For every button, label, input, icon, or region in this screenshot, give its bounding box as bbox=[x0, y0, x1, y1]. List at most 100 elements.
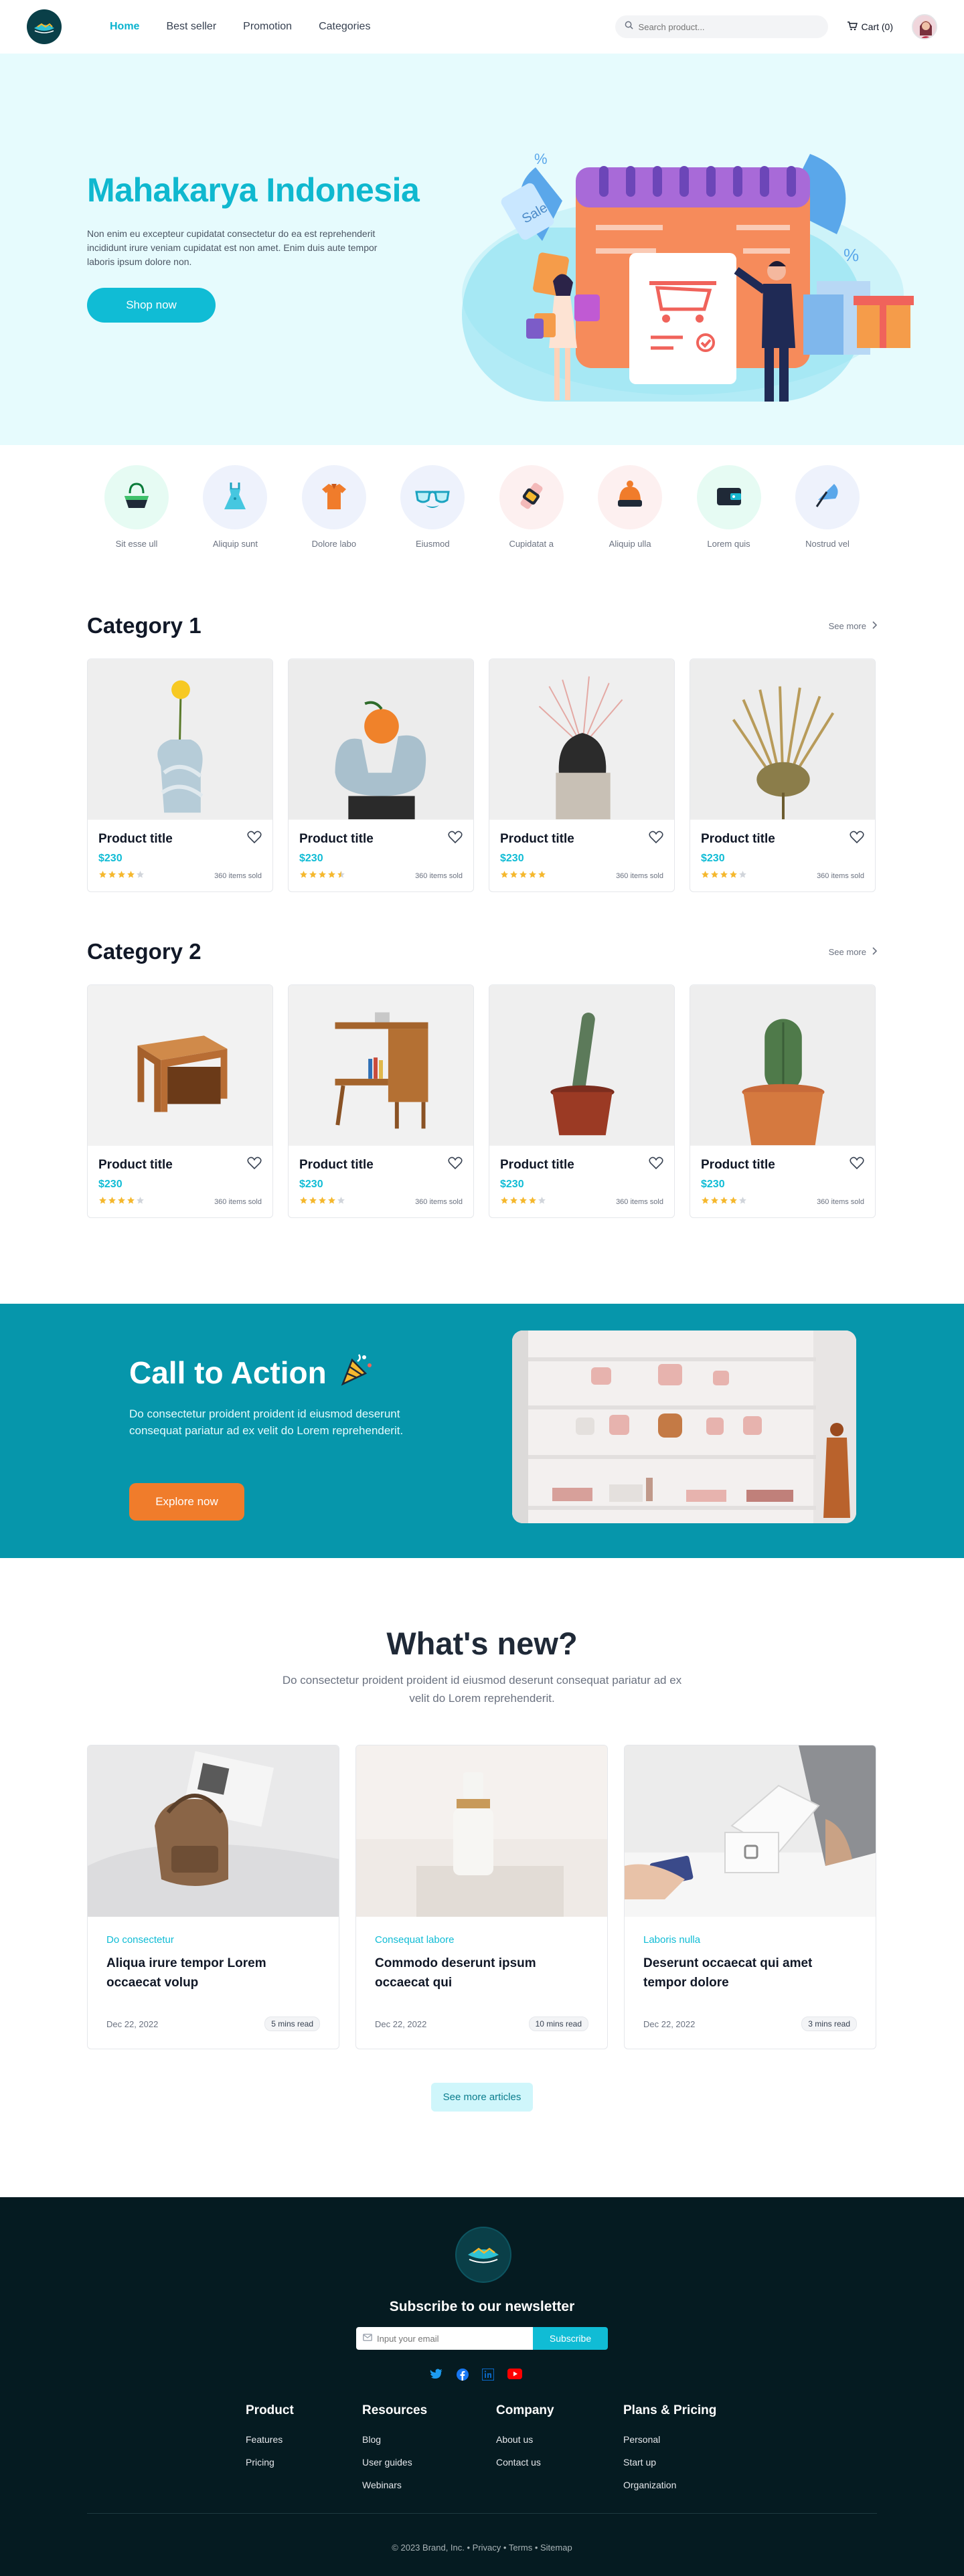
read-time-badge: 5 mins read bbox=[264, 2016, 320, 2031]
star-icon bbox=[318, 870, 327, 882]
footer-column-company: Company About us Contact us bbox=[496, 2403, 623, 2502]
star-icon bbox=[701, 1196, 710, 1208]
shopping-illustration: Sale % % bbox=[462, 151, 914, 402]
nav-link-promotion[interactable]: Promotion bbox=[243, 21, 292, 33]
heart-icon[interactable] bbox=[850, 1156, 864, 1173]
youtube-icon[interactable] bbox=[507, 2369, 522, 2384]
star-icon bbox=[327, 1196, 336, 1208]
category-item[interactable]: Eiusmod bbox=[392, 465, 473, 549]
article-category[interactable]: Consequat labore bbox=[375, 1934, 588, 1946]
section-header: Category 1 See more bbox=[87, 613, 878, 638]
footer-link[interactable]: Pricing bbox=[246, 2457, 362, 2468]
category-item[interactable]: Cupidatat a bbox=[491, 465, 572, 549]
mail-icon bbox=[363, 2332, 372, 2344]
star-icon bbox=[337, 870, 345, 882]
footer-link[interactable]: Features bbox=[246, 2434, 362, 2445]
footer-logo[interactable] bbox=[455, 2227, 511, 2283]
search-input[interactable] bbox=[638, 21, 819, 32]
linkedin-icon[interactable] bbox=[481, 2368, 495, 2384]
cart-button[interactable]: Cart (0) bbox=[847, 21, 893, 33]
footer-divider bbox=[87, 2513, 877, 2514]
category-item[interactable]: Lorem quis bbox=[689, 465, 769, 549]
star-icon bbox=[729, 1196, 738, 1208]
category-2-section: Category 2 See more Product title $230 3… bbox=[87, 939, 878, 1218]
user-avatar[interactable] bbox=[912, 14, 937, 39]
star-icon bbox=[738, 1196, 747, 1208]
rating-stars bbox=[98, 1196, 145, 1208]
footer-link[interactable]: Start up bbox=[623, 2457, 744, 2468]
product-card[interactable]: Product title $230 360 items sold bbox=[489, 659, 675, 892]
heart-icon[interactable] bbox=[247, 831, 262, 847]
article-card[interactable]: Consequat labore Commodo deserunt ipsum … bbox=[355, 1745, 608, 2049]
shop-now-button[interactable]: Shop now bbox=[87, 288, 216, 323]
nav-link-best-seller[interactable]: Best seller bbox=[166, 21, 216, 33]
see-more-link[interactable]: See more bbox=[829, 621, 878, 631]
nav-link-home[interactable]: Home bbox=[110, 21, 139, 33]
see-more-link[interactable]: See more bbox=[829, 947, 878, 957]
footer-link[interactable]: About us bbox=[496, 2434, 623, 2445]
star-icon bbox=[519, 870, 528, 882]
read-time-badge: 3 mins read bbox=[801, 2016, 857, 2031]
footer-link[interactable]: Personal bbox=[623, 2434, 744, 2445]
product-price: $230 bbox=[299, 1179, 323, 1190]
product-card[interactable]: Product title $230 360 items sold bbox=[489, 984, 675, 1218]
footer-link[interactable]: Webinars bbox=[362, 2480, 496, 2490]
article-title[interactable]: Aliqua irure tempor Lorem occaecat volup bbox=[106, 1954, 320, 1992]
footer-link[interactable]: User guides bbox=[362, 2457, 496, 2468]
product-image-nesting-tables bbox=[88, 985, 272, 1146]
article-grid: Do consectetur Aliqua irure tempor Lorem… bbox=[87, 1745, 877, 2049]
footer-columns: Product Features Pricing Resources Blog … bbox=[246, 2403, 744, 2502]
article-category[interactable]: Laboris nulla bbox=[643, 1934, 857, 1946]
product-card[interactable]: Product title $230 360 items sold bbox=[288, 659, 474, 892]
twitter-icon[interactable] bbox=[430, 2369, 443, 2384]
category-item[interactable]: Nostrud vel bbox=[787, 465, 868, 549]
heart-icon[interactable] bbox=[649, 1156, 663, 1173]
product-card[interactable]: Product title $230 360 items sold bbox=[288, 984, 474, 1218]
article-card[interactable]: Laboris nulla Deserunt occaecat qui amet… bbox=[624, 1745, 876, 2049]
article-category[interactable]: Do consectetur bbox=[106, 1934, 320, 1946]
footer-link[interactable]: Organization bbox=[623, 2480, 744, 2490]
product-image-tall-cactus bbox=[489, 985, 674, 1146]
heart-icon[interactable] bbox=[247, 1156, 262, 1173]
heart-icon[interactable] bbox=[850, 831, 864, 847]
subscribe-button[interactable]: Subscribe bbox=[533, 2327, 608, 2350]
article-title[interactable]: Deserunt occaecat qui amet tempor dolore bbox=[643, 1954, 857, 1992]
heart-icon[interactable] bbox=[448, 831, 463, 847]
product-price: $230 bbox=[701, 1179, 725, 1190]
category-label: Sit esse ull bbox=[115, 539, 158, 549]
article-date: Dec 22, 2022 bbox=[106, 2019, 159, 2029]
product-image-protea bbox=[690, 659, 875, 820]
article-card[interactable]: Do consectetur Aliqua irure tempor Lorem… bbox=[87, 1745, 339, 2049]
article-title[interactable]: Commodo deserunt ipsum occaecat qui bbox=[375, 1954, 588, 1992]
star-icon bbox=[98, 1196, 107, 1208]
star-icon bbox=[710, 870, 719, 882]
category-item[interactable]: Aliquip ulla bbox=[590, 465, 670, 549]
see-more-articles-button[interactable]: See more articles bbox=[430, 2083, 534, 2112]
category-item[interactable]: Dolore labo bbox=[294, 465, 374, 549]
hero-description: Non enim eu excepteur cupidatat consecte… bbox=[87, 228, 378, 267]
items-sold: 360 items sold bbox=[817, 1198, 864, 1206]
product-image-round-cactus bbox=[690, 985, 875, 1146]
brand-logo[interactable] bbox=[27, 9, 62, 44]
footer-link[interactable]: Contact us bbox=[496, 2457, 623, 2468]
star-icon bbox=[337, 1196, 345, 1208]
footer-column-title: Plans & Pricing bbox=[623, 2403, 717, 2417]
facebook-icon[interactable] bbox=[457, 2369, 469, 2384]
heart-icon[interactable] bbox=[448, 1156, 463, 1173]
category-item[interactable]: Aliquip sunt bbox=[195, 465, 275, 549]
footer-link[interactable]: Blog bbox=[362, 2434, 496, 2445]
star-icon bbox=[720, 870, 728, 882]
product-card[interactable]: Product title $230 360 items sold bbox=[690, 984, 876, 1218]
nav-link-categories[interactable]: Categories bbox=[319, 21, 370, 33]
email-field[interactable] bbox=[377, 2333, 526, 2344]
product-card[interactable]: Product title $230 360 items sold bbox=[87, 659, 273, 892]
heart-icon[interactable] bbox=[649, 831, 663, 847]
category-label: Dolore labo bbox=[311, 539, 357, 549]
product-card[interactable]: Product title $230 360 items sold bbox=[87, 984, 273, 1218]
explore-now-button[interactable]: Explore now bbox=[129, 1483, 244, 1521]
footer-column-title: Company bbox=[496, 2403, 554, 2417]
wallet-icon bbox=[710, 477, 748, 518]
category-item[interactable]: Sit esse ull bbox=[96, 465, 177, 549]
product-card[interactable]: Product title $230 360 items sold bbox=[690, 659, 876, 892]
hero-banner: Mahakarya Indonesia Non enim eu excepteu… bbox=[0, 54, 964, 445]
